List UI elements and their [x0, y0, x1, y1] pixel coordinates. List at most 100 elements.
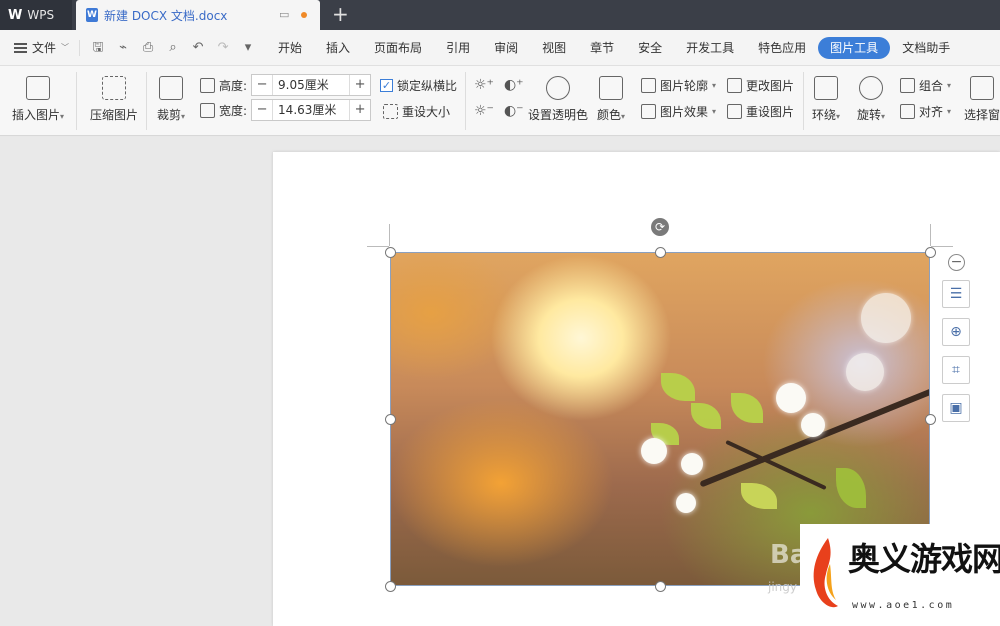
photo-leaf — [741, 483, 777, 509]
picture-outline-label: 图片轮廓 — [660, 79, 709, 93]
width-increase-button[interactable]: + — [350, 100, 370, 120]
reset-size-icon — [383, 104, 398, 119]
droplet-icon — [546, 76, 570, 100]
contrast-increase-icon[interactable]: ◐⁺ — [504, 77, 524, 93]
tab-references[interactable]: 引用 — [434, 37, 482, 59]
group-label: 组合 — [919, 79, 944, 93]
redo-icon[interactable]: ↷ — [215, 40, 231, 56]
tab-insert[interactable]: 插入 — [314, 37, 362, 59]
customize-toolbar-icon[interactable]: ▾ — [240, 40, 256, 56]
hamburger-icon — [14, 42, 27, 53]
menu-tabs: 开始 插入 页面布局 引用 审阅 视图 章节 安全 开发工具 特色应用 图片工具… — [266, 36, 962, 59]
outline-icon — [641, 78, 656, 93]
change-picture-button[interactable]: 更改图片 — [727, 77, 794, 94]
document-tab[interactable]: W 新建 DOCX 文档.docx ▭ — [76, 0, 320, 30]
photo-leaf — [691, 403, 721, 429]
align-button[interactable]: 对齐 ▾ — [900, 103, 951, 120]
divider — [146, 72, 147, 130]
resize-handle-bottom[interactable] — [655, 581, 666, 592]
crop-button[interactable]: 裁剪▾ — [157, 76, 185, 123]
height-decrease-button[interactable]: − — [252, 75, 272, 95]
group-button[interactable]: 组合 ▾ — [900, 77, 951, 94]
flame-logo-icon — [813, 538, 838, 608]
wrap-icon — [814, 76, 839, 100]
height-input[interactable]: 9.05厘米 — [272, 75, 351, 95]
margin-mark — [930, 224, 931, 246]
format-painter-icon[interactable]: ⌁ — [115, 40, 131, 56]
rotate-button[interactable]: 旋转▾ — [857, 76, 885, 123]
tab-home[interactable]: 开始 — [266, 37, 314, 59]
photo-blossom — [641, 438, 667, 464]
resize-handle-right[interactable] — [925, 414, 936, 425]
wps-logo-icon: W — [8, 7, 23, 23]
photo-blossom — [681, 453, 703, 475]
brightness-decrease-icon[interactable]: ☼⁻ — [474, 103, 494, 119]
picture-extract-icon[interactable]: ▣ — [942, 394, 970, 422]
document-tab-label: 新建 DOCX 文档.docx — [104, 8, 228, 23]
monitor-icon[interactable]: ▭ — [279, 8, 289, 21]
compress-picture-label: 压缩图片 — [90, 108, 139, 122]
resize-handle-top[interactable] — [655, 247, 666, 258]
reset-picture-button[interactable]: 重设图片 — [727, 103, 794, 120]
layout-options-icon[interactable]: ☰ — [942, 280, 970, 308]
width-decrease-button[interactable]: − — [252, 100, 272, 120]
tab-picture-tools[interactable]: 图片工具 — [818, 36, 891, 59]
collapse-tools-icon[interactable]: − — [948, 254, 965, 271]
new-tab-button[interactable]: + — [332, 3, 349, 25]
undo-icon[interactable]: ↶ — [190, 40, 206, 56]
height-increase-button[interactable]: + — [350, 75, 370, 95]
checkbox-checked-icon: ✓ — [380, 79, 393, 92]
zoom-picture-icon[interactable]: ⊕ — [942, 318, 970, 346]
resize-handle-bottom-left[interactable] — [385, 581, 396, 592]
site-watermark: 奥义游戏网 www.aoe1.com — [800, 524, 1000, 626]
chevron-down-icon: ﹀ — [61, 43, 70, 52]
set-transparent-color-button[interactable]: 设置透明色 — [528, 76, 588, 123]
crop-picture-icon[interactable]: ⌗ — [942, 356, 970, 384]
photo-blossom — [676, 493, 696, 513]
insert-picture-button[interactable]: 插入图片▾ — [12, 76, 64, 123]
reset-picture-icon — [727, 104, 742, 119]
print-preview-icon[interactable]: ⌕ — [165, 40, 181, 56]
picture-effect-button[interactable]: 图片效果 ▾ — [641, 103, 716, 120]
print-icon[interactable]: ⎙ — [140, 40, 156, 56]
tab-section[interactable]: 章节 — [578, 37, 626, 59]
file-menu-label: 文件 — [32, 41, 57, 55]
compress-picture-button[interactable]: 压缩图片 — [90, 76, 138, 123]
unsaved-dot-icon — [301, 12, 307, 18]
save-icon[interactable]: 🖫 — [90, 40, 106, 56]
tab-developer[interactable]: 开发工具 — [674, 37, 746, 59]
margin-mark — [389, 224, 390, 246]
wrap-text-button[interactable]: 环绕▾ — [812, 76, 840, 123]
resize-handle-top-right[interactable] — [925, 247, 936, 258]
photo-blossom — [801, 413, 825, 437]
rotate-handle-icon[interactable]: ⟳ — [651, 218, 669, 236]
picture-icon — [26, 76, 51, 100]
wrap-label: 环绕 — [812, 108, 837, 122]
height-label: 高度: — [219, 78, 248, 93]
resize-handle-left[interactable] — [385, 414, 396, 425]
brightness-increase-icon[interactable]: ☼⁺ — [474, 77, 494, 93]
picture-outline-button[interactable]: 图片轮廓 ▾ — [641, 77, 716, 94]
tab-document-assistant[interactable]: 文档助手 — [890, 37, 962, 59]
crop-label: 裁剪 — [157, 108, 182, 122]
tab-special-apps[interactable]: 特色应用 — [746, 37, 818, 59]
reset-size-button[interactable]: 重设大小 — [383, 103, 450, 120]
tab-page-layout[interactable]: 页面布局 — [362, 37, 434, 59]
selection-pane-button[interactable]: 选择窗 — [964, 76, 1000, 123]
width-label: 宽度: — [219, 103, 248, 118]
file-menu-button[interactable]: 文件 ﹀ — [0, 39, 77, 56]
color-button[interactable]: 颜色▾ — [597, 76, 625, 123]
tab-review[interactable]: 审阅 — [482, 37, 530, 59]
tab-view[interactable]: 视图 — [530, 37, 578, 59]
wps-home-tab[interactable]: W WPS — [0, 0, 72, 30]
lock-ratio-checkbox[interactable]: ✓ 锁定纵横比 — [380, 77, 457, 94]
contrast-decrease-icon[interactable]: ◐⁻ — [504, 103, 524, 119]
align-label: 对齐 — [919, 105, 944, 119]
wps-tab-label: WPS — [27, 8, 55, 22]
margin-mark — [367, 246, 389, 247]
width-input[interactable]: 14.63厘米 — [272, 100, 351, 120]
set-transparent-label: 设置透明色 — [528, 108, 589, 122]
divider — [803, 72, 804, 130]
tab-security[interactable]: 安全 — [626, 37, 674, 59]
resize-handle-top-left[interactable] — [385, 247, 396, 258]
